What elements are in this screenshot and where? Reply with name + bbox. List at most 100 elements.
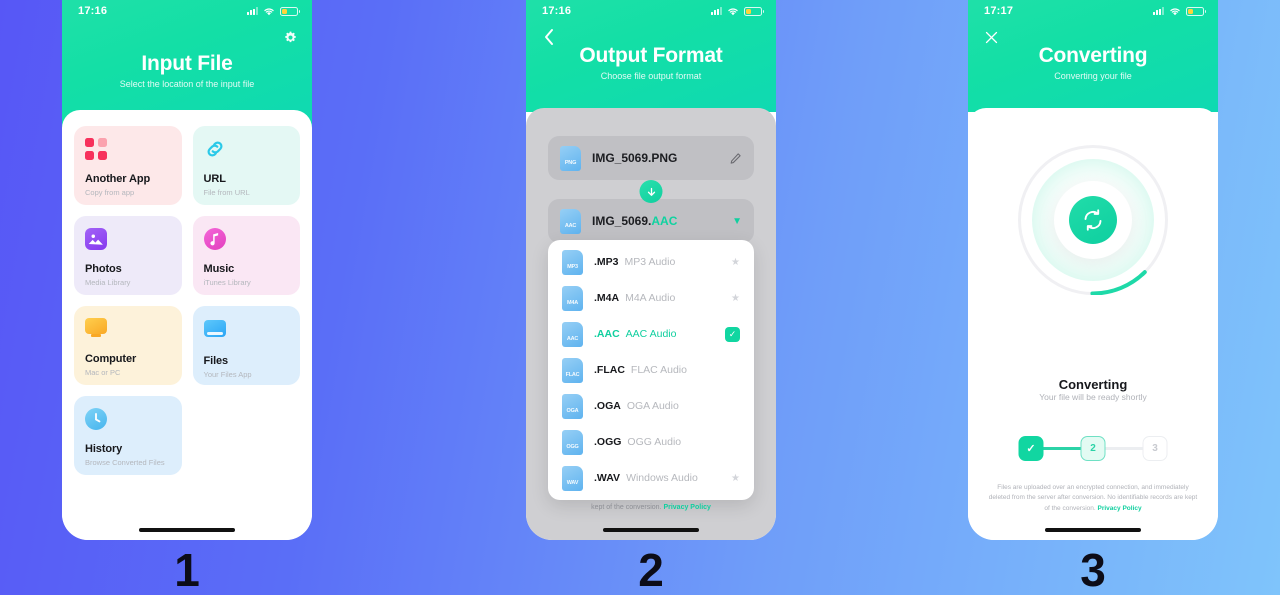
format-desc: Windows Audio [626, 472, 698, 484]
source-card-computer[interactable]: Computer Mac or PC [74, 306, 182, 385]
star-icon[interactable]: ★ [731, 293, 740, 304]
source-card-music[interactable]: Music iTunes Library [192, 216, 300, 295]
source-card-url[interactable]: URL File from URL [192, 126, 300, 205]
file-type-badge: MP3 [562, 249, 583, 275]
phone-screen-1: 17:16 Input File Select the location of … [62, 0, 312, 540]
format-option-mp3[interactable]: MP3 .MP3 MP3 Audio ★ [548, 244, 754, 280]
format-dropdown: MP3 .MP3 MP3 Audio ★ M4A .M4A M4A Audio … [548, 240, 754, 500]
progress-spinner [1018, 145, 1168, 295]
status-time: 17:17 [984, 5, 1014, 17]
status-indicators [1153, 6, 1206, 16]
format-ext: .OGA [594, 400, 621, 412]
file-type-badge: OGG [562, 429, 583, 455]
input-sheet: Another App Copy from app URL File from … [62, 110, 312, 540]
screen-output-format: 17:16 Output Format Choose file output f… [526, 0, 776, 540]
output-file-row[interactable]: AAC IMG_5069.AAC ▼ [548, 199, 754, 243]
badge-label: AAC [564, 222, 577, 229]
card-subtitle: iTunes Library [203, 278, 251, 287]
card-subtitle: Copy from app [85, 188, 135, 197]
signal-icon [711, 7, 722, 15]
home-indicator [603, 528, 699, 532]
file-type-badge: WAV [562, 465, 583, 491]
pencil-icon[interactable] [729, 152, 742, 165]
format-option-flac[interactable]: FLAC .FLAC FLAC Audio [548, 352, 754, 388]
privacy-note: kept of the conversion. Privacy Policy [546, 503, 756, 514]
header-input-file: 17:16 Input File Select the location of … [62, 0, 312, 128]
phone-screen-2: 17:16 Output Format Choose file output f… [526, 0, 776, 540]
format-ext: .M4A [594, 292, 620, 304]
header-converting: 17:17 Converting Converting your file [968, 0, 1218, 112]
format-option-wav[interactable]: WAV .WAV Windows Audio ★ [548, 460, 754, 496]
card-subtitle: Browse Converted Files [85, 458, 165, 467]
arrow-down-circle-icon [639, 180, 663, 203]
status-time: 17:16 [542, 5, 572, 17]
format-desc: OGA Audio [626, 400, 679, 412]
card-subtitle: Media Library [85, 278, 131, 287]
page-subtitle: Select the location of the input file [119, 79, 255, 89]
signal-icon [1153, 7, 1164, 15]
step-1-done[interactable]: ✓ [1018, 436, 1044, 461]
status-bar: 17:17 [968, 0, 1218, 22]
folder-icon [203, 320, 226, 342]
format-option-m4a[interactable]: M4A .M4A M4A Audio ★ [548, 280, 754, 316]
status-bar: 17:16 [62, 0, 312, 22]
comparison-stage: 17:16 Input File Select the location of … [0, 0, 1280, 595]
file-type-badge-png: PNG [560, 145, 581, 171]
output-file-name: IMG_5069.AAC [592, 214, 732, 228]
battery-icon [280, 6, 300, 16]
monitor-icon [85, 318, 107, 340]
input-file-row[interactable]: PNG IMG_5069.PNG [548, 136, 754, 180]
refresh-cycle-icon [1069, 196, 1117, 244]
step-connector-2 [1105, 447, 1143, 450]
card-subtitle: Mac or PC [85, 368, 121, 377]
card-subtitle: File from URL [203, 188, 250, 197]
gear-icon[interactable] [283, 30, 298, 45]
step-2-current[interactable]: 2 [1080, 436, 1106, 461]
selected-check-icon: ✓ [725, 326, 740, 342]
screen-input-file: 17:16 Input File Select the location of … [62, 0, 312, 540]
back-chevron-icon[interactable] [540, 28, 558, 46]
page-title: Converting [1038, 44, 1148, 67]
screen-number-2: 2 [638, 544, 664, 595]
screen-number-1: 1 [174, 544, 200, 595]
file-type-badge: FLAC [562, 357, 583, 383]
wifi-icon [728, 7, 738, 15]
home-indicator [139, 528, 235, 532]
card-title: Another App [85, 173, 151, 185]
format-desc: M4A Audio [625, 292, 676, 304]
card-title: Music [203, 263, 235, 275]
converting-title: Converting [1058, 377, 1128, 392]
privacy-policy-link[interactable]: Privacy Policy [663, 504, 710, 511]
disclaimer-text: Files are uploaded over an encrypted con… [988, 484, 1198, 512]
badge-label: FLAC [565, 371, 580, 378]
output-file-basename: IMG_5069. [592, 214, 652, 228]
caret-down-icon[interactable]: ▼ [732, 216, 742, 227]
format-desc: MP3 Audio [624, 256, 676, 268]
status-indicators [247, 6, 300, 16]
grid-dots-icon [85, 138, 107, 160]
format-option-aac[interactable]: AAC .AAC AAC Audio ✓ [548, 316, 754, 352]
star-icon[interactable]: ★ [731, 257, 740, 268]
format-option-ogg[interactable]: OGG .OGG OGG Audio [548, 424, 754, 460]
step-3-todo[interactable]: 3 [1142, 436, 1168, 461]
format-ext: .MP3 [594, 256, 619, 268]
disclaimer-note: Files are uploaded over an encrypted con… [986, 483, 1200, 514]
badge-label: PNG [564, 159, 577, 166]
source-grid: Another App Copy from app URL File from … [62, 110, 312, 475]
wifi-icon [1170, 7, 1180, 15]
privacy-text: kept of the conversion. [591, 504, 662, 511]
star-icon[interactable]: ★ [731, 473, 740, 484]
status-time: 17:16 [78, 5, 108, 17]
format-ext: .FLAC [594, 364, 625, 376]
page-title: Input File [141, 52, 233, 75]
source-card-another-app[interactable]: Another App Copy from app [74, 126, 182, 205]
step-indicator: ✓ 2 3 [1018, 436, 1168, 461]
close-icon[interactable] [982, 28, 1000, 46]
format-option-oga[interactable]: OGA .OGA OGA Audio [548, 388, 754, 424]
phone-screen-3: 17:17 Converting Converting your file Co… [968, 0, 1218, 540]
source-card-photos[interactable]: Photos Media Library [74, 216, 182, 295]
source-card-history[interactable]: History Browse Converted Files [74, 396, 182, 475]
source-card-files[interactable]: Files Your Files App [192, 306, 300, 385]
privacy-policy-link[interactable]: Privacy Policy [1098, 505, 1142, 512]
card-title: URL [203, 173, 226, 185]
